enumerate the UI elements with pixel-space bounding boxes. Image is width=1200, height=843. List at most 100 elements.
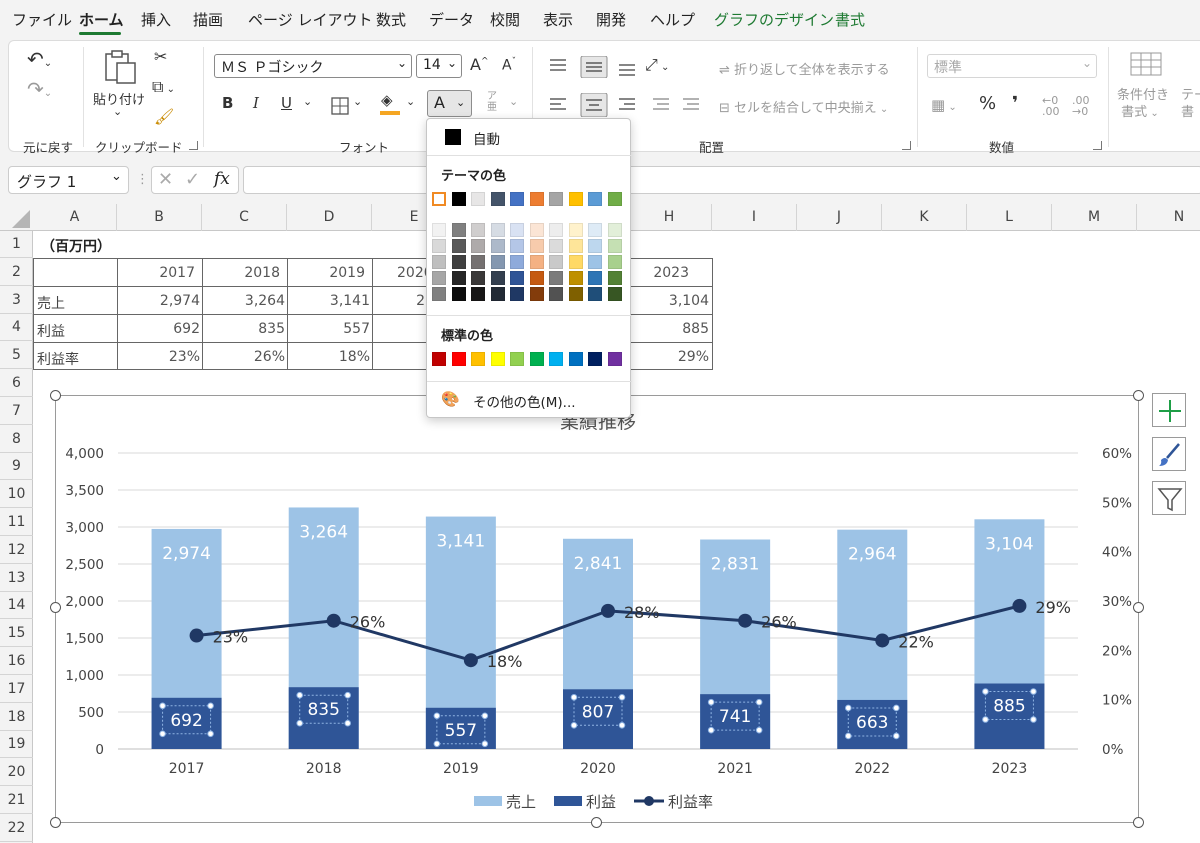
conditional-formatting-button[interactable]: 条件付き 書式 ⌄ bbox=[1117, 87, 1169, 122]
chart-area[interactable]: 業績推移 0 500 1,000 1,500 2,000 2,500 3,000 3,500 4,… bbox=[55, 395, 1139, 823]
row-header-8[interactable]: 8 bbox=[0, 426, 33, 453]
theme-shade-swatch[interactable] bbox=[451, 287, 466, 301]
row-header-9[interactable]: 9 bbox=[0, 453, 33, 481]
theme-shade-swatch[interactable] bbox=[510, 239, 524, 253]
standard-color-swatch[interactable] bbox=[510, 352, 524, 366]
conditional-formatting-icon[interactable] bbox=[1129, 51, 1165, 79]
theme-shade-swatch[interactable] bbox=[432, 271, 446, 285]
tab-format[interactable]: 書式 bbox=[835, 9, 865, 30]
resize-handle[interactable] bbox=[591, 817, 602, 828]
orientation-icon[interactable]: ⤢ ⌄ bbox=[645, 55, 669, 75]
theme-shade-swatch[interactable] bbox=[510, 271, 524, 285]
theme-shade-swatch[interactable] bbox=[549, 223, 563, 237]
tab-review[interactable]: 校閲 bbox=[490, 9, 520, 30]
standard-color-swatch[interactable] bbox=[432, 352, 446, 366]
theme-shade-swatch[interactable] bbox=[471, 223, 485, 237]
theme-shade-swatch[interactable] bbox=[471, 239, 485, 253]
column-header-a[interactable]: A bbox=[33, 204, 117, 231]
theme-shade-swatch[interactable] bbox=[529, 239, 544, 253]
row-header-13[interactable]: 13 bbox=[0, 565, 33, 592]
theme-shade-swatch[interactable] bbox=[510, 287, 524, 301]
formula-input[interactable] bbox=[243, 166, 1200, 194]
column-header-b[interactable]: B bbox=[117, 204, 202, 231]
copy-icon[interactable]: ⧉ ⌄ bbox=[152, 77, 175, 97]
font-size-dropdown[interactable]: 14 ⌄ bbox=[416, 54, 462, 78]
theme-shade-swatch[interactable] bbox=[490, 223, 505, 237]
clipboard-launcher-icon[interactable] bbox=[189, 141, 198, 150]
theme-shade-swatch[interactable] bbox=[568, 255, 583, 269]
row-header-20[interactable]: 20 bbox=[0, 759, 33, 787]
standard-color-swatch[interactable] bbox=[529, 352, 544, 366]
theme-shade-swatch[interactable] bbox=[529, 223, 544, 237]
resize-handle[interactable] bbox=[50, 602, 61, 613]
resize-handle[interactable] bbox=[50, 817, 61, 828]
format-painter-icon[interactable]: 🖌 bbox=[154, 107, 174, 126]
standard-color-swatch[interactable] bbox=[490, 352, 505, 366]
increase-decimal-icon[interactable]: ←0.00 bbox=[1042, 95, 1060, 117]
theme-shade-swatch[interactable] bbox=[510, 223, 524, 237]
automatic-color-option[interactable]: 自動 bbox=[431, 125, 628, 149]
column-header-m[interactable]: M bbox=[1052, 204, 1137, 231]
theme-shade-swatch[interactable] bbox=[432, 287, 446, 301]
paste-chevron-icon[interactable]: ⌄ bbox=[113, 105, 122, 118]
borders-icon[interactable] bbox=[331, 97, 349, 115]
theme-shade-swatch[interactable] bbox=[529, 287, 544, 301]
theme-shade-swatch[interactable] bbox=[568, 287, 583, 301]
theme-color-swatch[interactable] bbox=[588, 192, 602, 206]
theme-shade-swatch[interactable] bbox=[549, 271, 563, 285]
grow-font-icon[interactable]: A^ bbox=[470, 55, 489, 74]
chevron-down-icon[interactable]: ⌄ bbox=[406, 95, 415, 108]
column-header-i[interactable]: I bbox=[712, 204, 797, 231]
column-header-c[interactable]: C bbox=[202, 204, 287, 231]
row-header-6[interactable]: 6 bbox=[0, 370, 33, 397]
wrap-text-button[interactable]: ⇌ 折り返して全体を表示する bbox=[719, 59, 890, 78]
row-header-17[interactable]: 17 bbox=[0, 676, 33, 703]
row-header-19[interactable]: 19 bbox=[0, 731, 33, 759]
row-header-22[interactable]: 22 bbox=[0, 815, 33, 842]
theme-shade-swatch[interactable] bbox=[490, 287, 505, 301]
more-colors-option[interactable]: 🎨 その他の色(M)... bbox=[431, 387, 628, 413]
theme-shade-swatch[interactable] bbox=[471, 271, 485, 285]
theme-shade-swatch[interactable] bbox=[510, 255, 524, 269]
theme-color-swatch[interactable] bbox=[607, 192, 622, 206]
cancel-icon[interactable]: ✕ bbox=[158, 169, 173, 190]
theme-shade-swatch[interactable] bbox=[451, 255, 466, 269]
tab-draw[interactable]: 描画 bbox=[193, 9, 223, 30]
tab-data[interactable]: データ bbox=[429, 9, 474, 30]
table-format-button[interactable]: テー書 bbox=[1181, 87, 1200, 121]
theme-color-swatch[interactable] bbox=[432, 192, 446, 206]
column-header-l[interactable]: L bbox=[967, 204, 1052, 231]
theme-shade-swatch[interactable] bbox=[607, 255, 622, 269]
theme-shade-swatch[interactable] bbox=[549, 255, 563, 269]
tab-developer[interactable]: 開発 bbox=[596, 9, 626, 30]
underline-button[interactable]: U bbox=[281, 94, 292, 112]
font-name-dropdown[interactable]: ＭＳ Ｐゴシック ⌄ bbox=[214, 54, 412, 78]
standard-color-swatch[interactable] bbox=[451, 352, 466, 366]
decrease-decimal-icon[interactable]: .00 →0 bbox=[1072, 95, 1090, 117]
row-header-1[interactable]: 1 bbox=[0, 231, 33, 258]
enter-icon[interactable]: ✓ bbox=[185, 169, 200, 190]
theme-shade-swatch[interactable] bbox=[588, 271, 602, 285]
theme-shade-swatch[interactable] bbox=[471, 255, 485, 269]
fill-color-icon[interactable]: ◈ bbox=[381, 91, 393, 109]
row-header-5[interactable]: 5 bbox=[0, 342, 33, 370]
row-header-14[interactable]: 14 bbox=[0, 592, 33, 620]
column-header-n[interactable]: N bbox=[1137, 204, 1200, 231]
theme-shade-swatch[interactable] bbox=[568, 239, 583, 253]
theme-shade-swatch[interactable] bbox=[432, 223, 446, 237]
resize-handle[interactable] bbox=[1133, 817, 1144, 828]
tab-formulas[interactable]: 数式 bbox=[376, 9, 406, 30]
theme-shade-swatch[interactable] bbox=[588, 287, 602, 301]
chevron-down-icon[interactable]: ⌄ bbox=[303, 95, 312, 108]
theme-shade-swatch[interactable] bbox=[588, 255, 602, 269]
theme-shade-swatch[interactable] bbox=[568, 271, 583, 285]
phonetic-icon[interactable]: ア亜 bbox=[487, 91, 497, 113]
theme-shade-swatch[interactable] bbox=[568, 223, 583, 237]
column-header-d[interactable]: D bbox=[287, 204, 372, 231]
theme-shade-swatch[interactable] bbox=[607, 239, 622, 253]
tab-insert[interactable]: 挿入 bbox=[141, 9, 171, 30]
row-header-11[interactable]: 11 bbox=[0, 509, 33, 536]
theme-color-swatch[interactable] bbox=[568, 192, 583, 206]
insert-function-icon[interactable]: fx bbox=[214, 169, 230, 189]
percent-button[interactable]: % bbox=[979, 93, 996, 114]
